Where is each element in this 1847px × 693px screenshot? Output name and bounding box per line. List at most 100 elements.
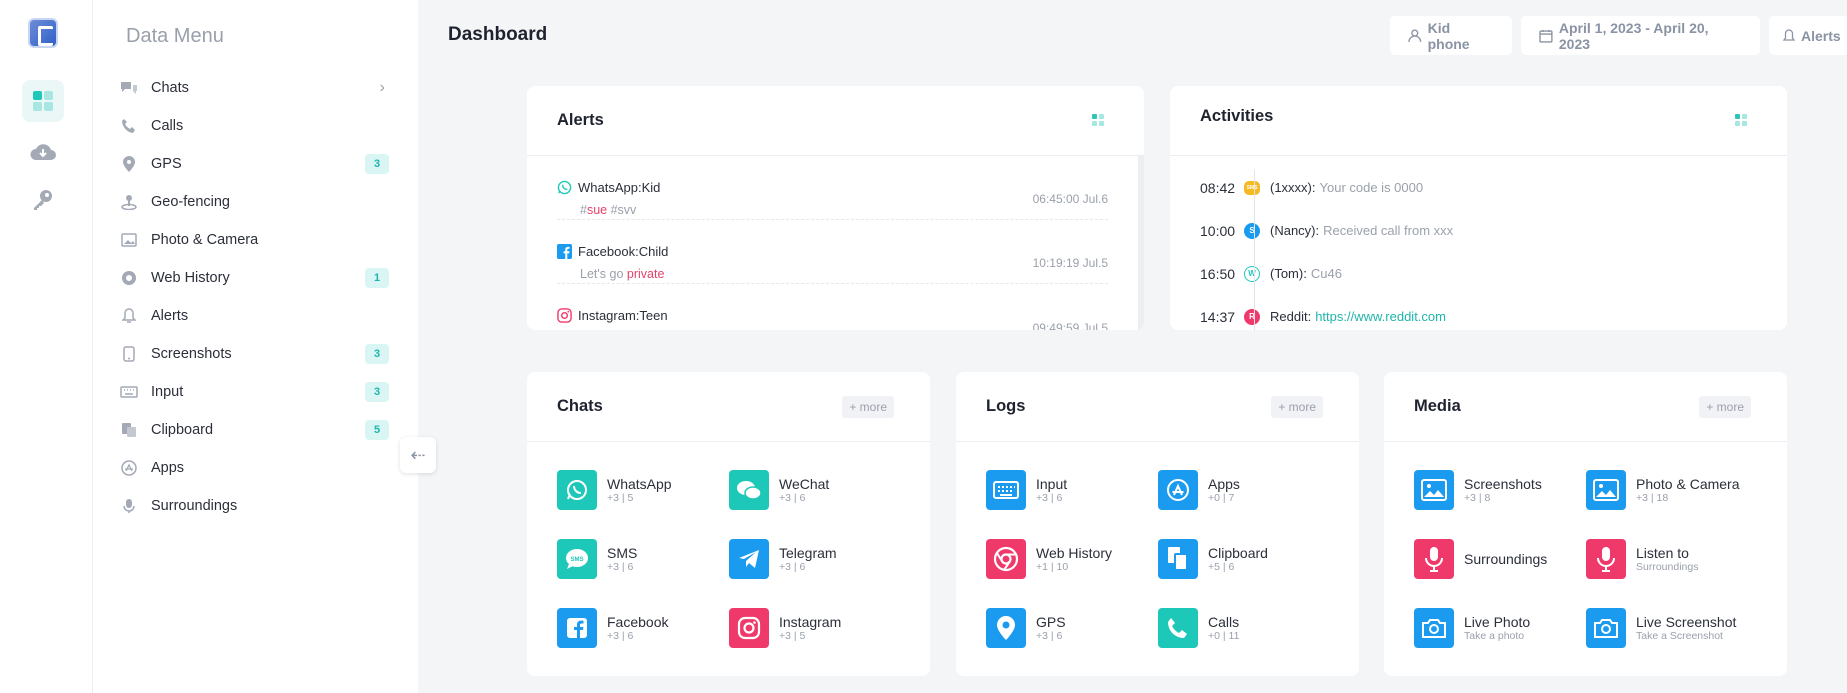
logs-card: Logs + more Input +3 | 6 Apps +0 | 7 Web H… xyxy=(956,372,1359,676)
more-button[interactable]: + more xyxy=(1699,396,1751,418)
cloud-download-icon[interactable] xyxy=(22,131,64,173)
log-gps[interactable]: GPS +3 | 6 xyxy=(986,608,1156,648)
media-label: Live Screenshot xyxy=(1636,613,1737,630)
media-listen-to[interactable]: Listen to Surroundings xyxy=(1586,539,1756,579)
media-label: Live Photo xyxy=(1464,613,1531,630)
app-count: +3 | 6 xyxy=(607,560,634,573)
media-count: +3 | 18 xyxy=(1636,491,1669,504)
timeline-line xyxy=(1254,170,1255,330)
app-logo[interactable] xyxy=(28,18,58,48)
chat-app-facebook[interactable]: Facebook +3 | 6 xyxy=(557,608,727,648)
more-button[interactable]: + more xyxy=(842,396,894,418)
media-live-photo[interactable]: Live Photo Take a photo xyxy=(1414,608,1584,648)
chat-app-instagram[interactable]: Instagram +3 | 5 xyxy=(729,608,899,648)
card-title: Media xyxy=(1414,397,1461,415)
copy-icon xyxy=(1158,539,1198,579)
log-label: Web History xyxy=(1036,544,1112,561)
menu-item-gps[interactable]: GPS 3 xyxy=(119,145,389,183)
menu-item-alerts[interactable]: Alerts xyxy=(119,297,389,335)
media-screenshots[interactable]: Screenshots +3 | 8 xyxy=(1414,470,1584,510)
menu-item-photo-camera[interactable]: Photo & Camera xyxy=(119,221,389,259)
chat-app-telegram[interactable]: Telegram +3 | 6 xyxy=(729,539,899,579)
app-count: +3 | 6 xyxy=(607,629,634,642)
location-pin-icon xyxy=(986,608,1026,648)
chats-icon xyxy=(119,78,139,98)
scrollbar[interactable] xyxy=(1138,156,1144,330)
whatsapp-icon xyxy=(557,180,572,195)
app-count: +3 | 6 xyxy=(779,560,806,573)
alert-source: Facebook:Child xyxy=(578,244,669,259)
media-photo-camera[interactable]: Photo & Camera +3 | 18 xyxy=(1586,470,1756,510)
user-icon xyxy=(1408,28,1422,42)
media-card: Media + more Screenshots +3 | 8 Photo & C… xyxy=(1384,372,1787,676)
menu-item-clipboard[interactable]: Clipboard 5 xyxy=(119,411,389,449)
chat-app-wechat[interactable]: WeChat +3 | 6 xyxy=(729,470,899,510)
alert-item[interactable]: WhatsApp:Kid #sue #svv 06:45:00 Jul.6 xyxy=(557,156,1108,220)
card-title: Alerts xyxy=(557,111,604,129)
chats-card: Chats + more WhatsApp +3 | 5 WeChat +3 | 6… xyxy=(527,372,930,676)
mobile-icon xyxy=(119,344,139,364)
app-count: +3 | 6 xyxy=(779,491,806,504)
device-selector-button[interactable]: Kid phone xyxy=(1390,16,1512,55)
dashboard-icon[interactable] xyxy=(22,80,64,122)
alert-item[interactable]: Facebook:Child Let's go private 10:19:19… xyxy=(557,220,1108,284)
app-label: Telegram xyxy=(779,544,837,561)
skype-icon: S xyxy=(1244,222,1260,239)
activity-who: Reddit: xyxy=(1270,309,1312,324)
media-subtitle: Surroundings xyxy=(1636,560,1699,573)
menu-item-input[interactable]: Input 3 xyxy=(119,373,389,411)
log-count: +5 | 6 xyxy=(1208,560,1235,573)
telegram-icon xyxy=(729,539,769,579)
count-badge: 3 xyxy=(365,382,389,402)
device-label: Kid phone xyxy=(1427,19,1470,52)
log-count: +3 | 6 xyxy=(1036,629,1063,642)
camera-icon xyxy=(1414,608,1454,648)
log-apps[interactable]: Apps +0 | 7 xyxy=(1158,470,1328,510)
menu-label: Clipboard xyxy=(151,422,214,438)
menu-label: Apps xyxy=(151,460,185,476)
menu-item-apps[interactable]: Apps xyxy=(119,449,389,487)
media-surroundings[interactable]: Surroundings xyxy=(1414,539,1584,579)
menu-item-calls[interactable]: Calls xyxy=(119,107,389,145)
menu-item-web-history[interactable]: Web History 1 xyxy=(119,259,389,297)
alert-source: WhatsApp:Kid xyxy=(578,180,661,195)
grid-menu-icon[interactable] xyxy=(1735,114,1747,126)
camera-icon xyxy=(1586,608,1626,648)
activity-item[interactable]: 16:50 W (Tom): Cu46 xyxy=(1200,252,1757,295)
alerts-header-button[interactable]: Alerts xyxy=(1769,16,1847,55)
log-clipboard[interactable]: Clipboard +5 | 6 xyxy=(1158,539,1328,579)
log-calls[interactable]: Calls +0 | 11 xyxy=(1158,608,1328,648)
date-range-button[interactable]: April 1, 2023 - April 20, 2023 xyxy=(1521,16,1760,55)
menu-label: Input xyxy=(151,384,184,400)
sms-icon: SMS xyxy=(557,539,597,579)
activity-link[interactable]: https://www.reddit.com xyxy=(1315,309,1446,324)
alert-item[interactable]: Instagram:Teen 09:49:59 Jul.5 xyxy=(557,284,1108,330)
key-icon[interactable] xyxy=(22,179,64,221)
bell-icon xyxy=(1783,28,1795,41)
alerts-card: Alerts WhatsApp:Kid #sue #svv 06:45:00 J… xyxy=(527,86,1144,330)
activity-who: (Nancy): xyxy=(1270,223,1320,238)
chat-app-sms[interactable]: SMS SMS +3 | 6 xyxy=(557,539,727,579)
activity-msg: Received call from xxx xyxy=(1323,223,1454,238)
app-store-icon xyxy=(119,458,139,478)
menu-item-chats[interactable]: Chats › xyxy=(119,69,389,107)
menu-label: Photo & Camera xyxy=(151,232,259,248)
media-live-screenshot[interactable]: Live Screenshot Take a Screenshot xyxy=(1586,608,1756,648)
alert-text: # xyxy=(580,203,587,217)
alerts-label: Alerts xyxy=(1801,27,1841,44)
menu-item-geo-fencing[interactable]: Geo-fencing xyxy=(119,183,389,221)
collapse-menu-button[interactable]: ⇠ xyxy=(400,437,436,473)
chat-app-whatsapp[interactable]: WhatsApp +3 | 5 xyxy=(557,470,727,510)
activity-item[interactable]: 08:42 SMS (1xxxx): Your code is 0000 xyxy=(1200,166,1757,209)
log-input[interactable]: Input +3 | 6 xyxy=(986,470,1156,510)
activity-item[interactable]: 10:00 S (Nancy): Received call from xxx xyxy=(1200,209,1757,252)
whatsapp-icon xyxy=(557,470,597,510)
menu-item-surroundings[interactable]: Surroundings xyxy=(119,487,389,525)
more-button[interactable]: + more xyxy=(1271,396,1323,418)
menu-item-screenshots[interactable]: Screenshots 3 xyxy=(119,335,389,373)
log-count: +3 | 6 xyxy=(1036,491,1063,504)
grid-menu-icon[interactable] xyxy=(1092,114,1104,126)
activity-item[interactable]: 14:37 R Reddit: https://www.reddit.com xyxy=(1200,295,1757,330)
menu-label: Web History xyxy=(151,270,230,286)
log-web-history[interactable]: Web History +1 | 10 xyxy=(986,539,1156,579)
